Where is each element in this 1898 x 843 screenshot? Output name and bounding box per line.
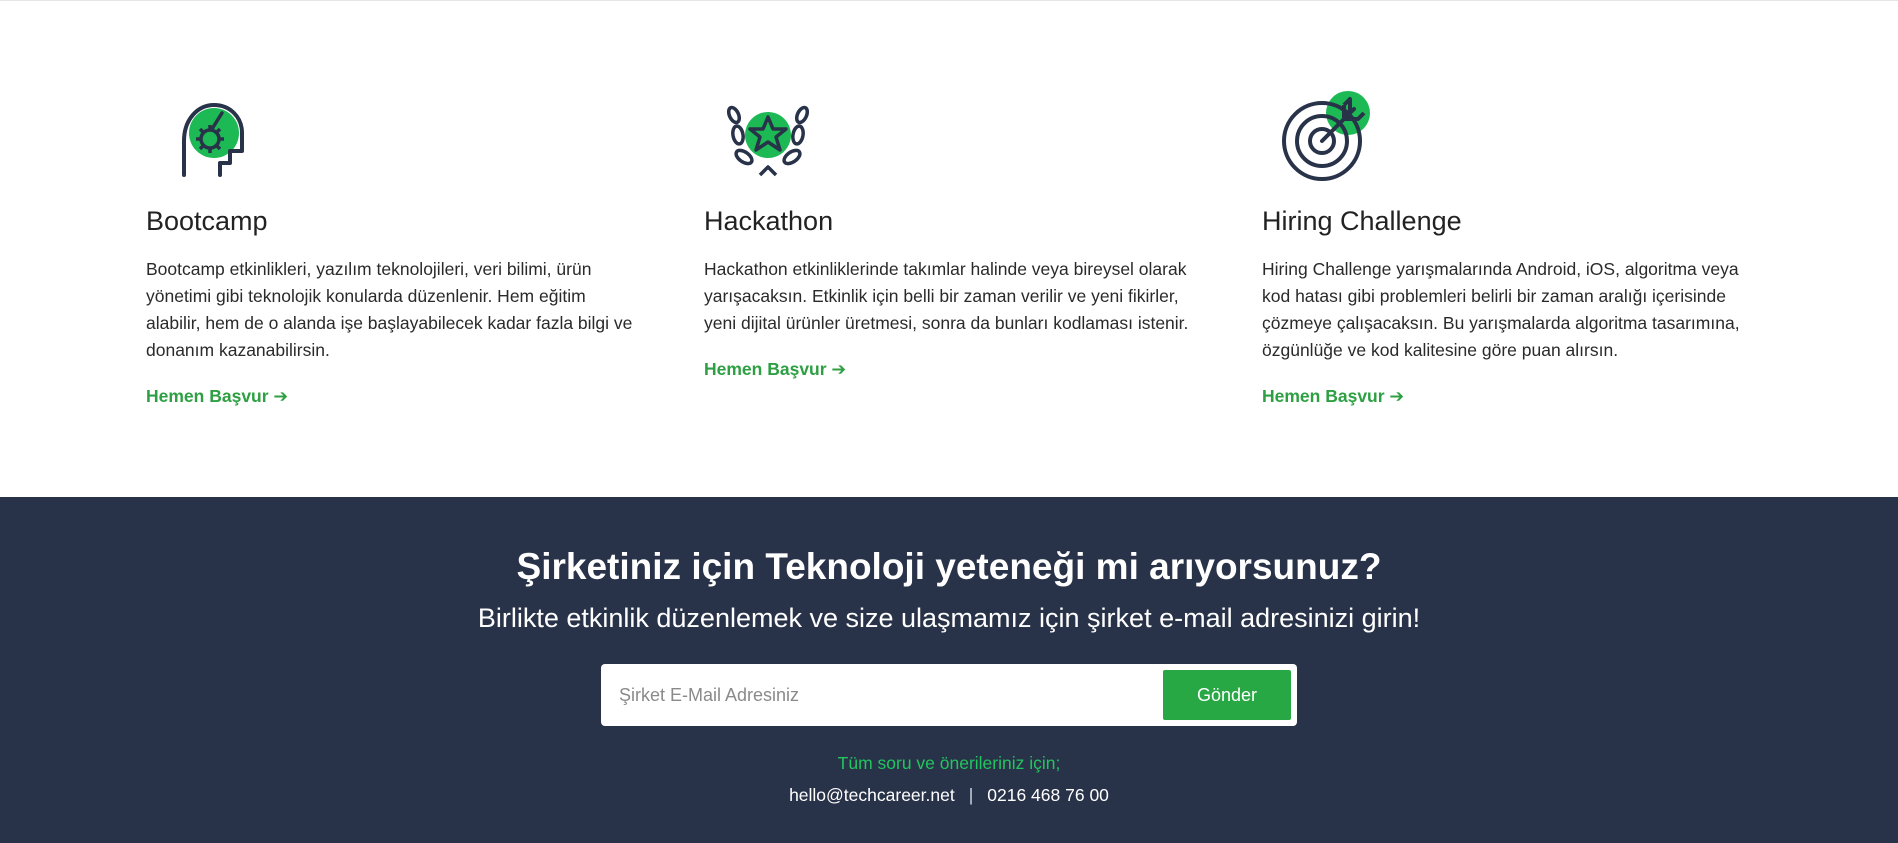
event-types-section: Bootcamp Bootcamp etkinlikleri, yazılım …: [0, 1, 1898, 497]
card-description: Hiring Challenge yarışmalarında Android,…: [1262, 259, 1740, 360]
apply-now-link[interactable]: Hemen Başvur ➔: [704, 359, 846, 380]
email-form: Gönder: [601, 664, 1297, 726]
card-title: Hiring Challenge: [1262, 206, 1462, 236]
submit-button[interactable]: Gönder: [1163, 670, 1291, 720]
cta-heading: Şirketiniz için Teknoloji yeteneği mi ar…: [516, 546, 1382, 587]
company-email-input[interactable]: [601, 664, 1157, 726]
contact-info: hello@techcareer.net | 0216 468 76 00: [0, 784, 1898, 806]
card-title: Bootcamp: [146, 206, 268, 236]
contact-label: Tüm soru ve önerileriniz için;: [837, 753, 1061, 773]
card-title: Hackathon: [704, 206, 834, 236]
card-hiring-challenge: Hiring Challenge Hiring Challenge yarışm…: [1262, 89, 1752, 407]
laurel-star-icon: [720, 89, 816, 185]
contact-email-link[interactable]: hello@techcareer.net: [789, 785, 955, 805]
company-contact-section: Şirketiniz için Teknoloji yeteneği mi ar…: [0, 497, 1898, 843]
card-hackathon: Hackathon Hackathon etkinliklerinde takı…: [704, 89, 1194, 380]
card-description: Hackathon etkinliklerinde takımlar halin…: [704, 259, 1189, 333]
head-gear-icon: [162, 89, 258, 185]
card-bootcamp: Bootcamp Bootcamp etkinlikleri, yazılım …: [146, 89, 636, 407]
contact-phone-link[interactable]: 0216 468 76 00: [987, 785, 1109, 805]
apply-now-link[interactable]: Hemen Başvur ➔: [146, 386, 288, 407]
apply-now-link[interactable]: Hemen Başvur ➔: [1262, 386, 1404, 407]
card-description: Bootcamp etkinlikleri, yazılım teknoloji…: [146, 259, 633, 360]
target-arrow-icon: [1278, 89, 1374, 185]
cta-subheading: Birlikte etkinlik düzenlemek ve size ula…: [477, 603, 1421, 633]
separator: |: [968, 785, 974, 805]
